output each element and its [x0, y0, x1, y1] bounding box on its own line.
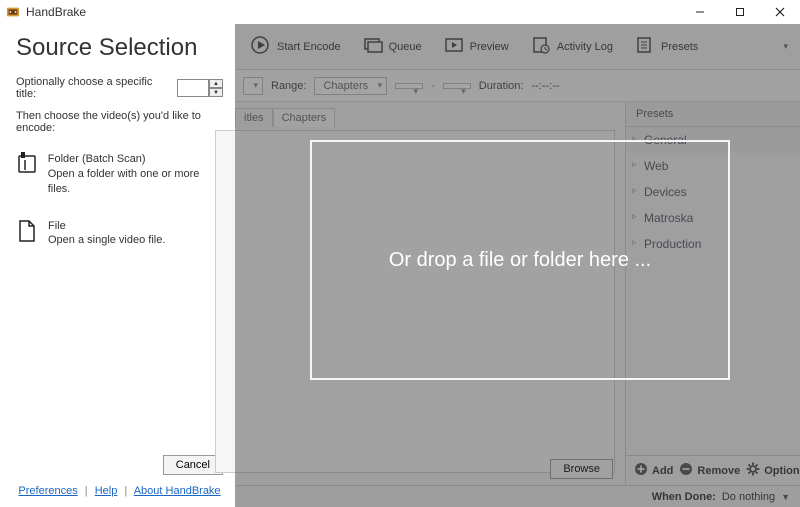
source-folder-desc: Open a folder with one or more files. — [48, 168, 200, 195]
source-folder-option[interactable]: Folder (Batch Scan) Open a folder with o… — [16, 152, 223, 197]
source-file-desc: Open a single video file. — [48, 234, 165, 246]
preferences-link[interactable]: Preferences — [18, 485, 77, 497]
help-link[interactable]: Help — [95, 485, 118, 497]
window-minimize-button[interactable] — [680, 0, 720, 24]
cancel-button[interactable]: Cancel — [163, 455, 223, 475]
window-title: HandBrake — [26, 5, 86, 19]
window-close-button[interactable] — [760, 0, 800, 24]
source-file-title: File — [48, 219, 165, 234]
source-selection-heading: Source Selection — [16, 34, 223, 62]
file-icon — [16, 219, 38, 249]
specific-title-label: Optionally choose a specific title: — [16, 76, 171, 100]
about-link[interactable]: About HandBrake — [134, 485, 221, 497]
drop-zone-text: Or drop a file or folder here ... — [389, 249, 651, 272]
title-spinner-down[interactable]: ▼ — [209, 88, 223, 97]
folder-icon — [16, 152, 38, 197]
title-spinner-up[interactable]: ▲ — [209, 79, 223, 88]
source-folder-title: Folder (Batch Scan) — [48, 152, 223, 167]
window-maximize-button[interactable] — [720, 0, 760, 24]
drop-zone[interactable]: Or drop a file or folder here ... — [310, 140, 730, 380]
source-file-option[interactable]: File Open a single video file. — [16, 219, 223, 249]
source-selection-panel: Source Selection Optionally choose a spe… — [0, 24, 235, 507]
footer-links: Preferences | Help | About HandBrake — [16, 485, 223, 499]
app-icon — [6, 5, 20, 19]
choose-videos-instruction: Then choose the video(s) you'd like to e… — [16, 110, 223, 134]
specific-title-input[interactable] — [177, 79, 209, 97]
